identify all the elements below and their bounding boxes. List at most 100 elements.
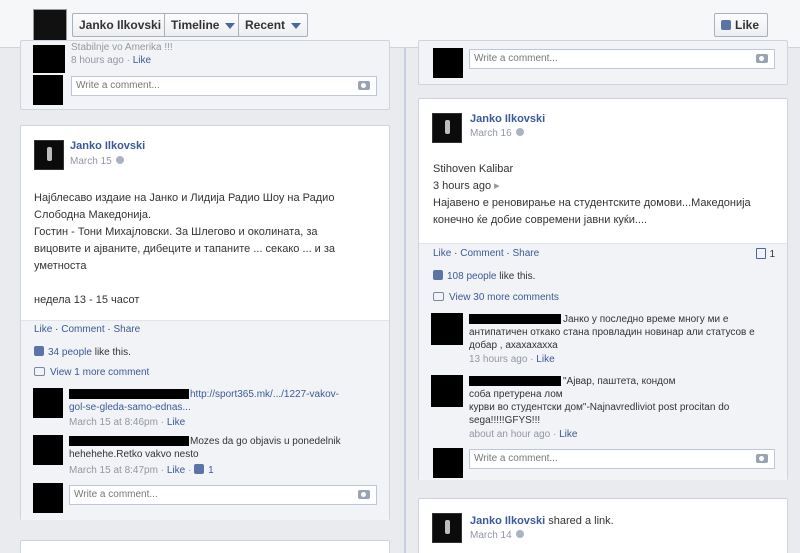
comment-like-link[interactable]: Like [133, 55, 151, 66]
share-action[interactable]: Share [513, 248, 540, 259]
comment-line: антипатичен откако стана провладин новин… [469, 327, 755, 338]
left-top-post-card: Stabilnje vo Amerika !!! 8 hours ago · L… [20, 40, 390, 110]
redacted-avatar [33, 435, 63, 465]
comment-meta: 13 hours ago · Like [469, 354, 555, 365]
comment-line: sega!!!!!GFYS!!! [469, 415, 541, 426]
right-top-post-card: Write a comment... [418, 40, 788, 85]
redacted-avatar [431, 313, 463, 345]
comment-like-link[interactable]: Like [559, 429, 577, 440]
camera-icon[interactable] [358, 81, 370, 90]
post-date-text: March 14 [470, 530, 512, 541]
comment-bubble-icon [433, 292, 444, 301]
comment-body: Mozes da go objavis u ponedelnik heheheh… [69, 435, 379, 461]
comment-time: 13 hours ago [469, 354, 528, 365]
comment-placeholder: Write a comment... [74, 489, 158, 500]
view-more-row: View 1 more comment [34, 367, 149, 378]
camera-icon[interactable] [756, 454, 768, 463]
comment-line: добар , ахахахахха [469, 340, 558, 351]
likes-count-link[interactable]: 34 people [48, 347, 92, 358]
timeline-dropdown[interactable]: Timeline [164, 13, 243, 37]
comment-like-link[interactable]: Like [536, 354, 554, 365]
view-more-comments-link[interactable]: View 30 more comments [449, 292, 559, 303]
comment-time: March 15 at 8:47pm [69, 465, 158, 476]
post-actions: Like · Comment · Share [34, 324, 141, 335]
like-action[interactable]: Like [433, 248, 451, 259]
comment-like-link[interactable]: Like [167, 465, 185, 476]
camera-icon[interactable] [358, 490, 370, 499]
comment-count-icon [756, 248, 767, 259]
comment-like-link[interactable]: Like [167, 417, 185, 428]
shared-time-row: 3 hours ago ▸ [433, 178, 783, 195]
post-line: Најблесаво издаие на Јанко и Лидија Ради… [34, 192, 335, 204]
comment-count-badge[interactable]: 1 [756, 248, 775, 260]
redacted-avatar [33, 483, 63, 513]
post-author[interactable]: Janko Ilkovski [70, 140, 145, 152]
profile-name: Janko Ilkovski [79, 18, 162, 32]
comment-input[interactable]: Write a comment... [469, 449, 775, 469]
comment-action[interactable]: Comment [460, 248, 503, 259]
right-bottom-post-card: Janko Ilkovski shared a link. March 14 [418, 498, 788, 553]
likes-row: 108 people like this. [433, 270, 535, 282]
post-line: Гостин - Тони Михајловски. За Шлегово и … [34, 226, 318, 238]
post-actions: Like · Comment · Share [433, 248, 540, 259]
shared-title: Stihoven Kalibar [433, 163, 514, 175]
comment-line: "Ајвар, паштета, кондом [563, 376, 676, 387]
post-date[interactable]: March 15 [70, 156, 124, 167]
post-date-text: March 15 [70, 156, 112, 167]
comment-link-line[interactable]: gol-se-gleda-samo-ednas... [69, 401, 379, 414]
post-line: Слободна Македонија. [34, 209, 152, 221]
page-like-label: Like [734, 18, 759, 32]
comment-line: курви во студентски дом"-Najnavredliviot… [469, 402, 730, 413]
post-action-text: shared a link. [548, 515, 614, 527]
comment-input[interactable]: Write a comment... [71, 76, 377, 96]
post-author[interactable]: Janko Ilkovski [470, 515, 545, 527]
post-author-row: Janko Ilkovski shared a link. [470, 515, 614, 527]
post-line: Најавено е реновирање на студентските до… [433, 197, 751, 209]
camera-icon[interactable] [756, 54, 768, 63]
comment-input[interactable]: Write a comment... [69, 485, 377, 505]
comment-like-count[interactable]: 1 [208, 465, 214, 476]
share-action[interactable]: Share [114, 324, 141, 335]
recent-label: Recent [245, 18, 286, 32]
post-date[interactable]: March 14 [470, 530, 524, 541]
profile-avatar[interactable] [33, 9, 67, 41]
comment-bubble-icon [34, 367, 45, 376]
left-post-card: Janko Ilkovski March 15 Најблесаво издаи… [20, 125, 390, 520]
thumbs-up-icon [720, 20, 731, 30]
globe-icon [515, 530, 524, 538]
comment-placeholder: Write a comment... [474, 53, 558, 64]
thumbs-up-icon [34, 346, 44, 356]
comment-time: 8 hours ago [71, 55, 124, 66]
comment-link-line[interactable]: http://sport365.mk/.../1227-vakov- [69, 388, 379, 401]
post-author[interactable]: Janko Ilkovski [470, 113, 545, 125]
play-icon: ▸ [494, 180, 500, 192]
comment-meta: March 15 at 8:46pm · Like [69, 417, 186, 428]
globe-icon [115, 156, 124, 164]
comment-meta: March 15 at 8:47pm · Like · 1 [69, 464, 214, 476]
author-avatar[interactable] [34, 140, 64, 170]
author-avatar[interactable] [432, 513, 462, 543]
comment-action[interactable]: Comment [61, 324, 104, 335]
profile-name-button[interactable]: Janko Ilkovski [72, 13, 169, 37]
like-action[interactable]: Like [34, 324, 52, 335]
redacted-avatar [431, 375, 463, 407]
comment-input[interactable]: Write a comment... [469, 49, 775, 69]
view-more-comments-link[interactable]: View 1 more comment [50, 367, 149, 378]
post-line [34, 275, 384, 292]
comment-line: Јанко у последно време многу ми е [563, 314, 729, 325]
likes-suffix: like this. [499, 271, 536, 282]
post-line: недела 13 - 15 часот [34, 294, 140, 306]
thumbs-up-icon [433, 270, 443, 280]
comment-time: about an hour ago [469, 429, 551, 440]
redacted-avatar [433, 448, 463, 478]
timeline-label: Timeline [171, 18, 220, 32]
post-line: уметноста [34, 260, 87, 272]
recent-dropdown[interactable]: Recent [238, 13, 309, 37]
page-like-button[interactable]: Like [713, 13, 768, 37]
likes-count-link[interactable]: 108 people [447, 271, 497, 282]
author-avatar[interactable] [432, 113, 462, 143]
right-post-card: Janko Ilkovski March 16 Stihoven Kalibar… [418, 98, 788, 480]
post-date[interactable]: March 16 [470, 128, 524, 139]
likes-row: 34 people like this. [34, 346, 131, 358]
comment-placeholder: Write a comment... [76, 80, 160, 91]
